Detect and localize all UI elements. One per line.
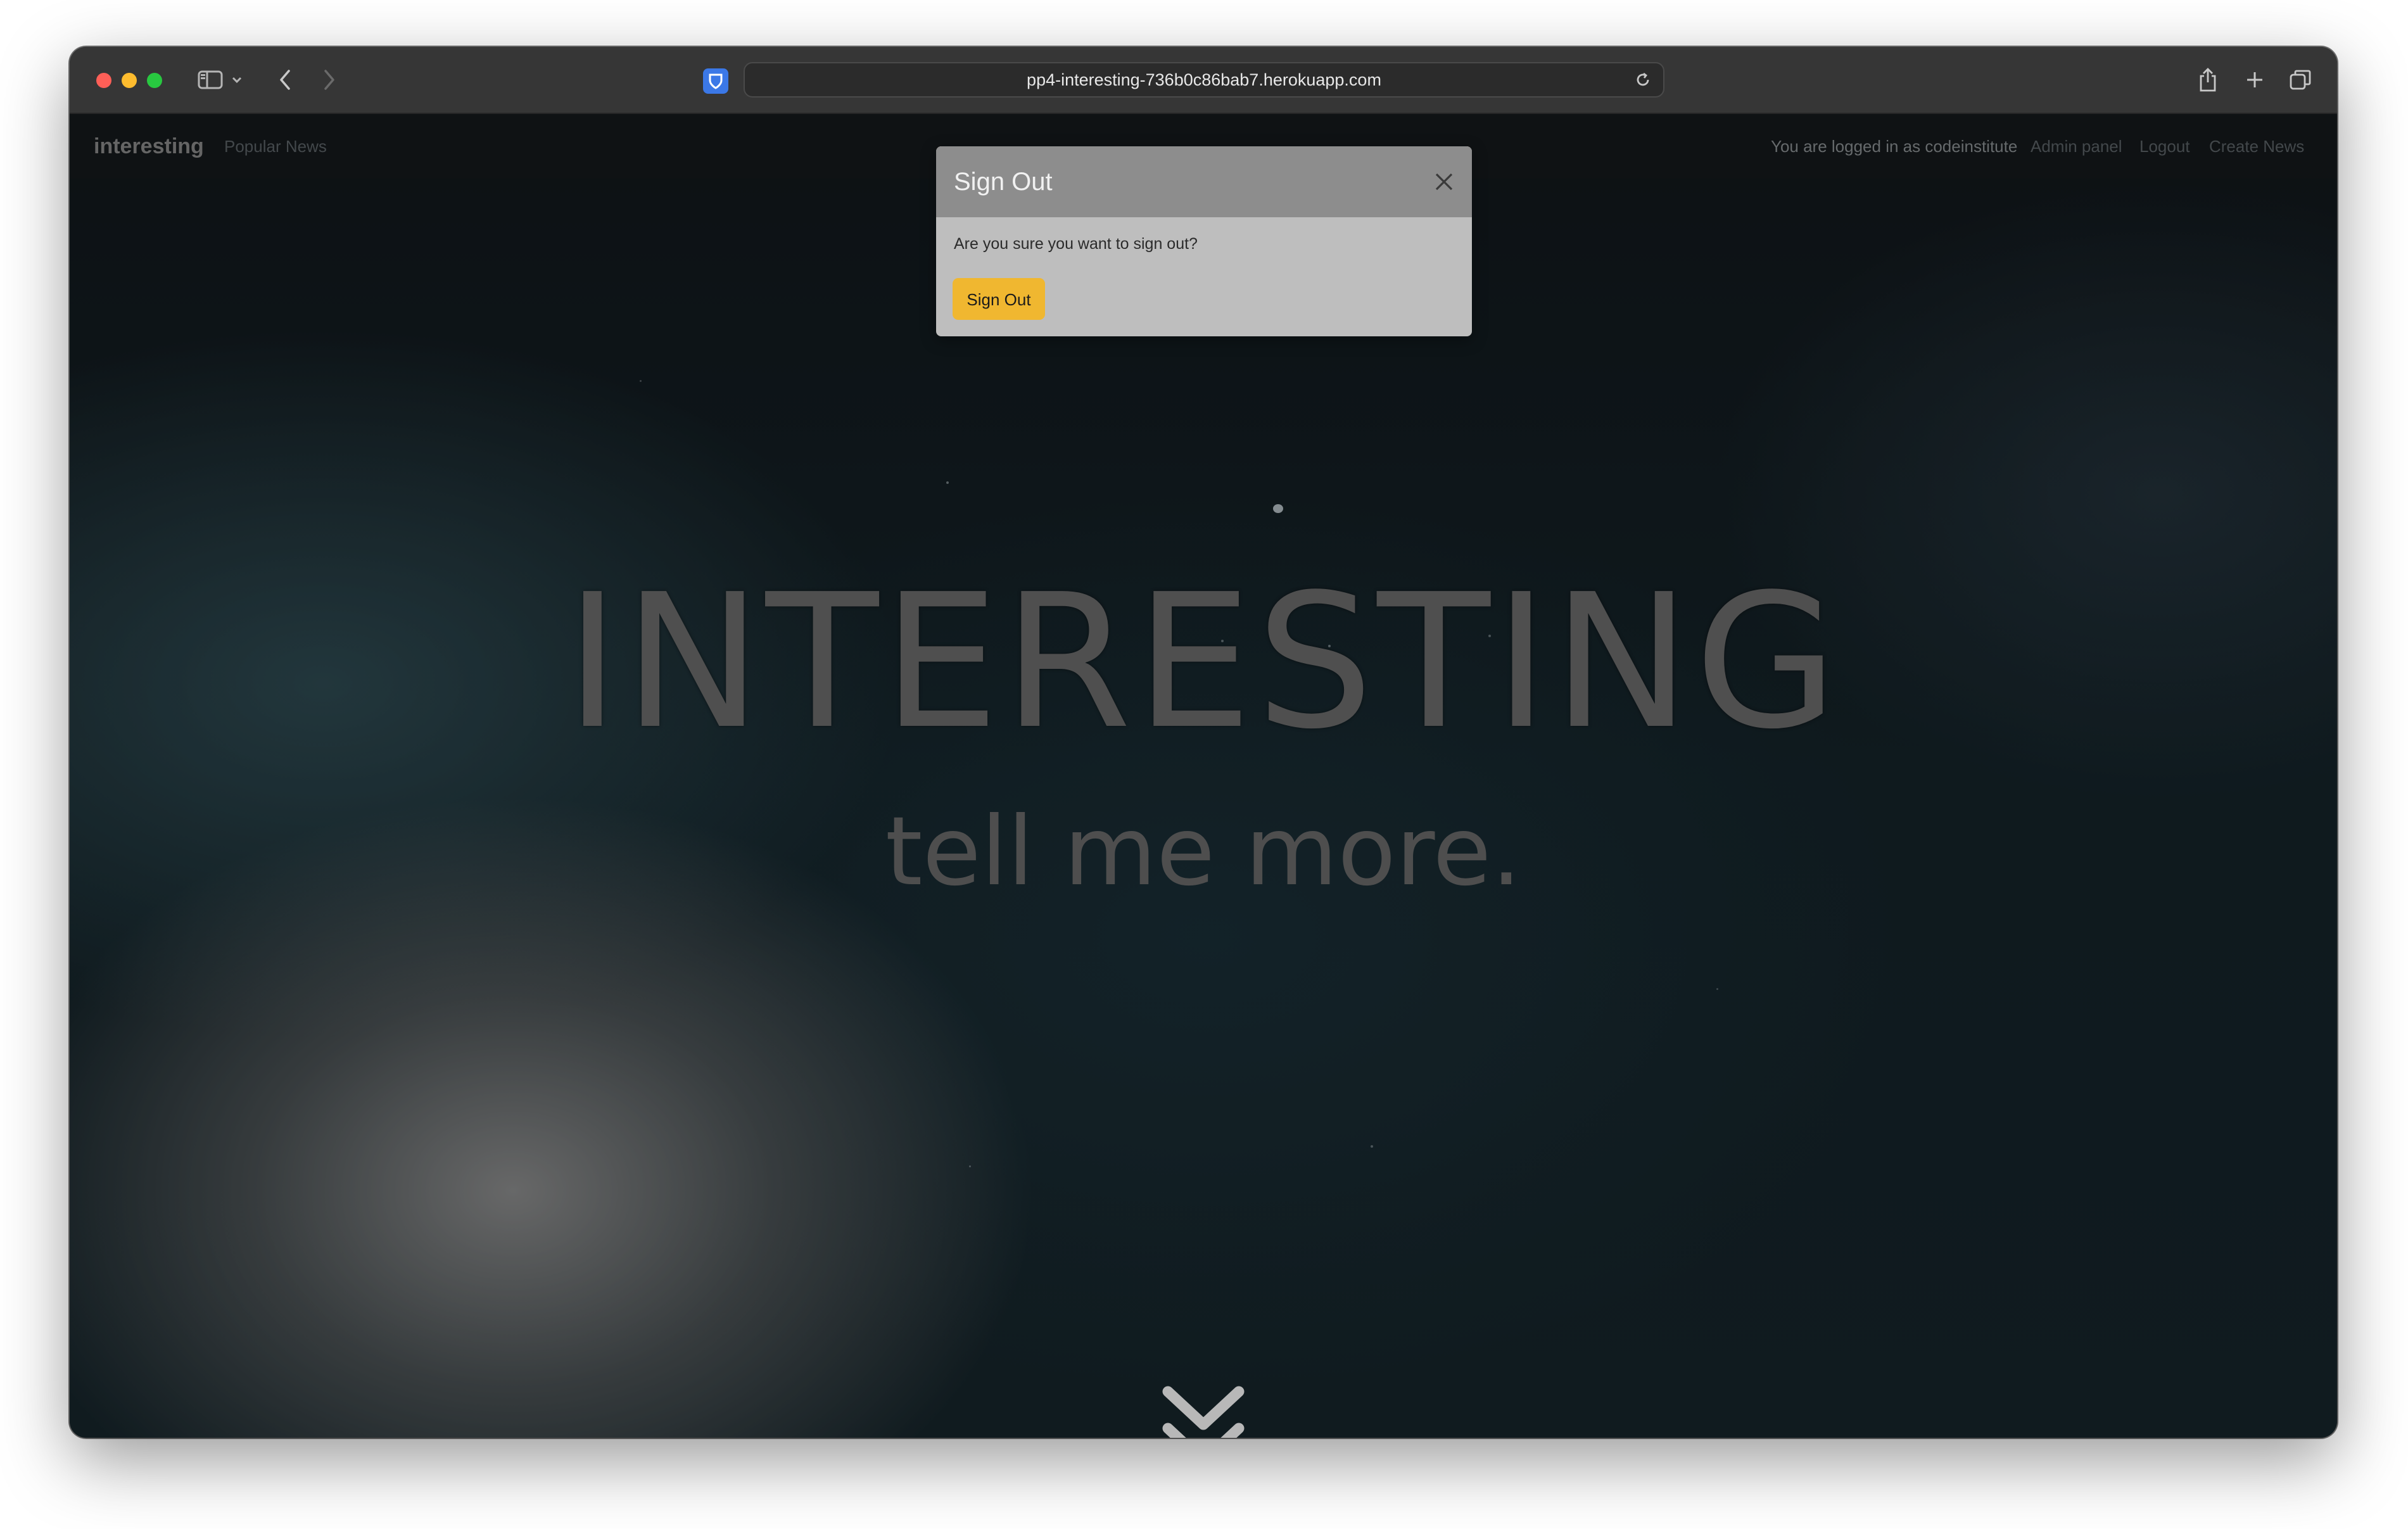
sign-out-button[interactable]: Sign Out <box>953 278 1045 320</box>
chevron-down-icon[interactable] <box>229 47 244 113</box>
browser-toolbar: pp4-interesting-736b0c86bab7.herokuapp.c… <box>70 47 2337 114</box>
tab-overview-icon[interactable] <box>2288 47 2313 113</box>
modal-header: Sign Out <box>936 146 1472 217</box>
zoom-window-button[interactable] <box>147 73 162 88</box>
password-manager-shield-icon[interactable] <box>703 68 728 94</box>
browser-window: pp4-interesting-736b0c86bab7.herokuapp.c… <box>70 47 2337 1438</box>
forward-icon[interactable] <box>317 47 342 113</box>
back-icon[interactable] <box>272 47 298 113</box>
close-icon[interactable] <box>1429 167 1459 197</box>
sidebar-toggle-icon[interactable] <box>194 47 227 113</box>
sign-out-modal: Sign Out Are you sure you want to sign o… <box>936 146 1472 336</box>
modal-title: Sign Out <box>954 168 1053 196</box>
minimize-window-button[interactable] <box>122 73 137 88</box>
reload-icon[interactable] <box>1633 63 1653 96</box>
new-tab-icon[interactable] <box>2242 47 2267 113</box>
address-bar-url: pp4-interesting-736b0c86bab7.herokuapp.c… <box>1027 70 1381 89</box>
modal-body-text: Are you sure you want to sign out? <box>954 235 1198 253</box>
address-bar[interactable]: pp4-interesting-736b0c86bab7.herokuapp.c… <box>744 62 1664 98</box>
share-icon[interactable] <box>2195 47 2221 113</box>
close-window-button[interactable] <box>96 73 111 88</box>
